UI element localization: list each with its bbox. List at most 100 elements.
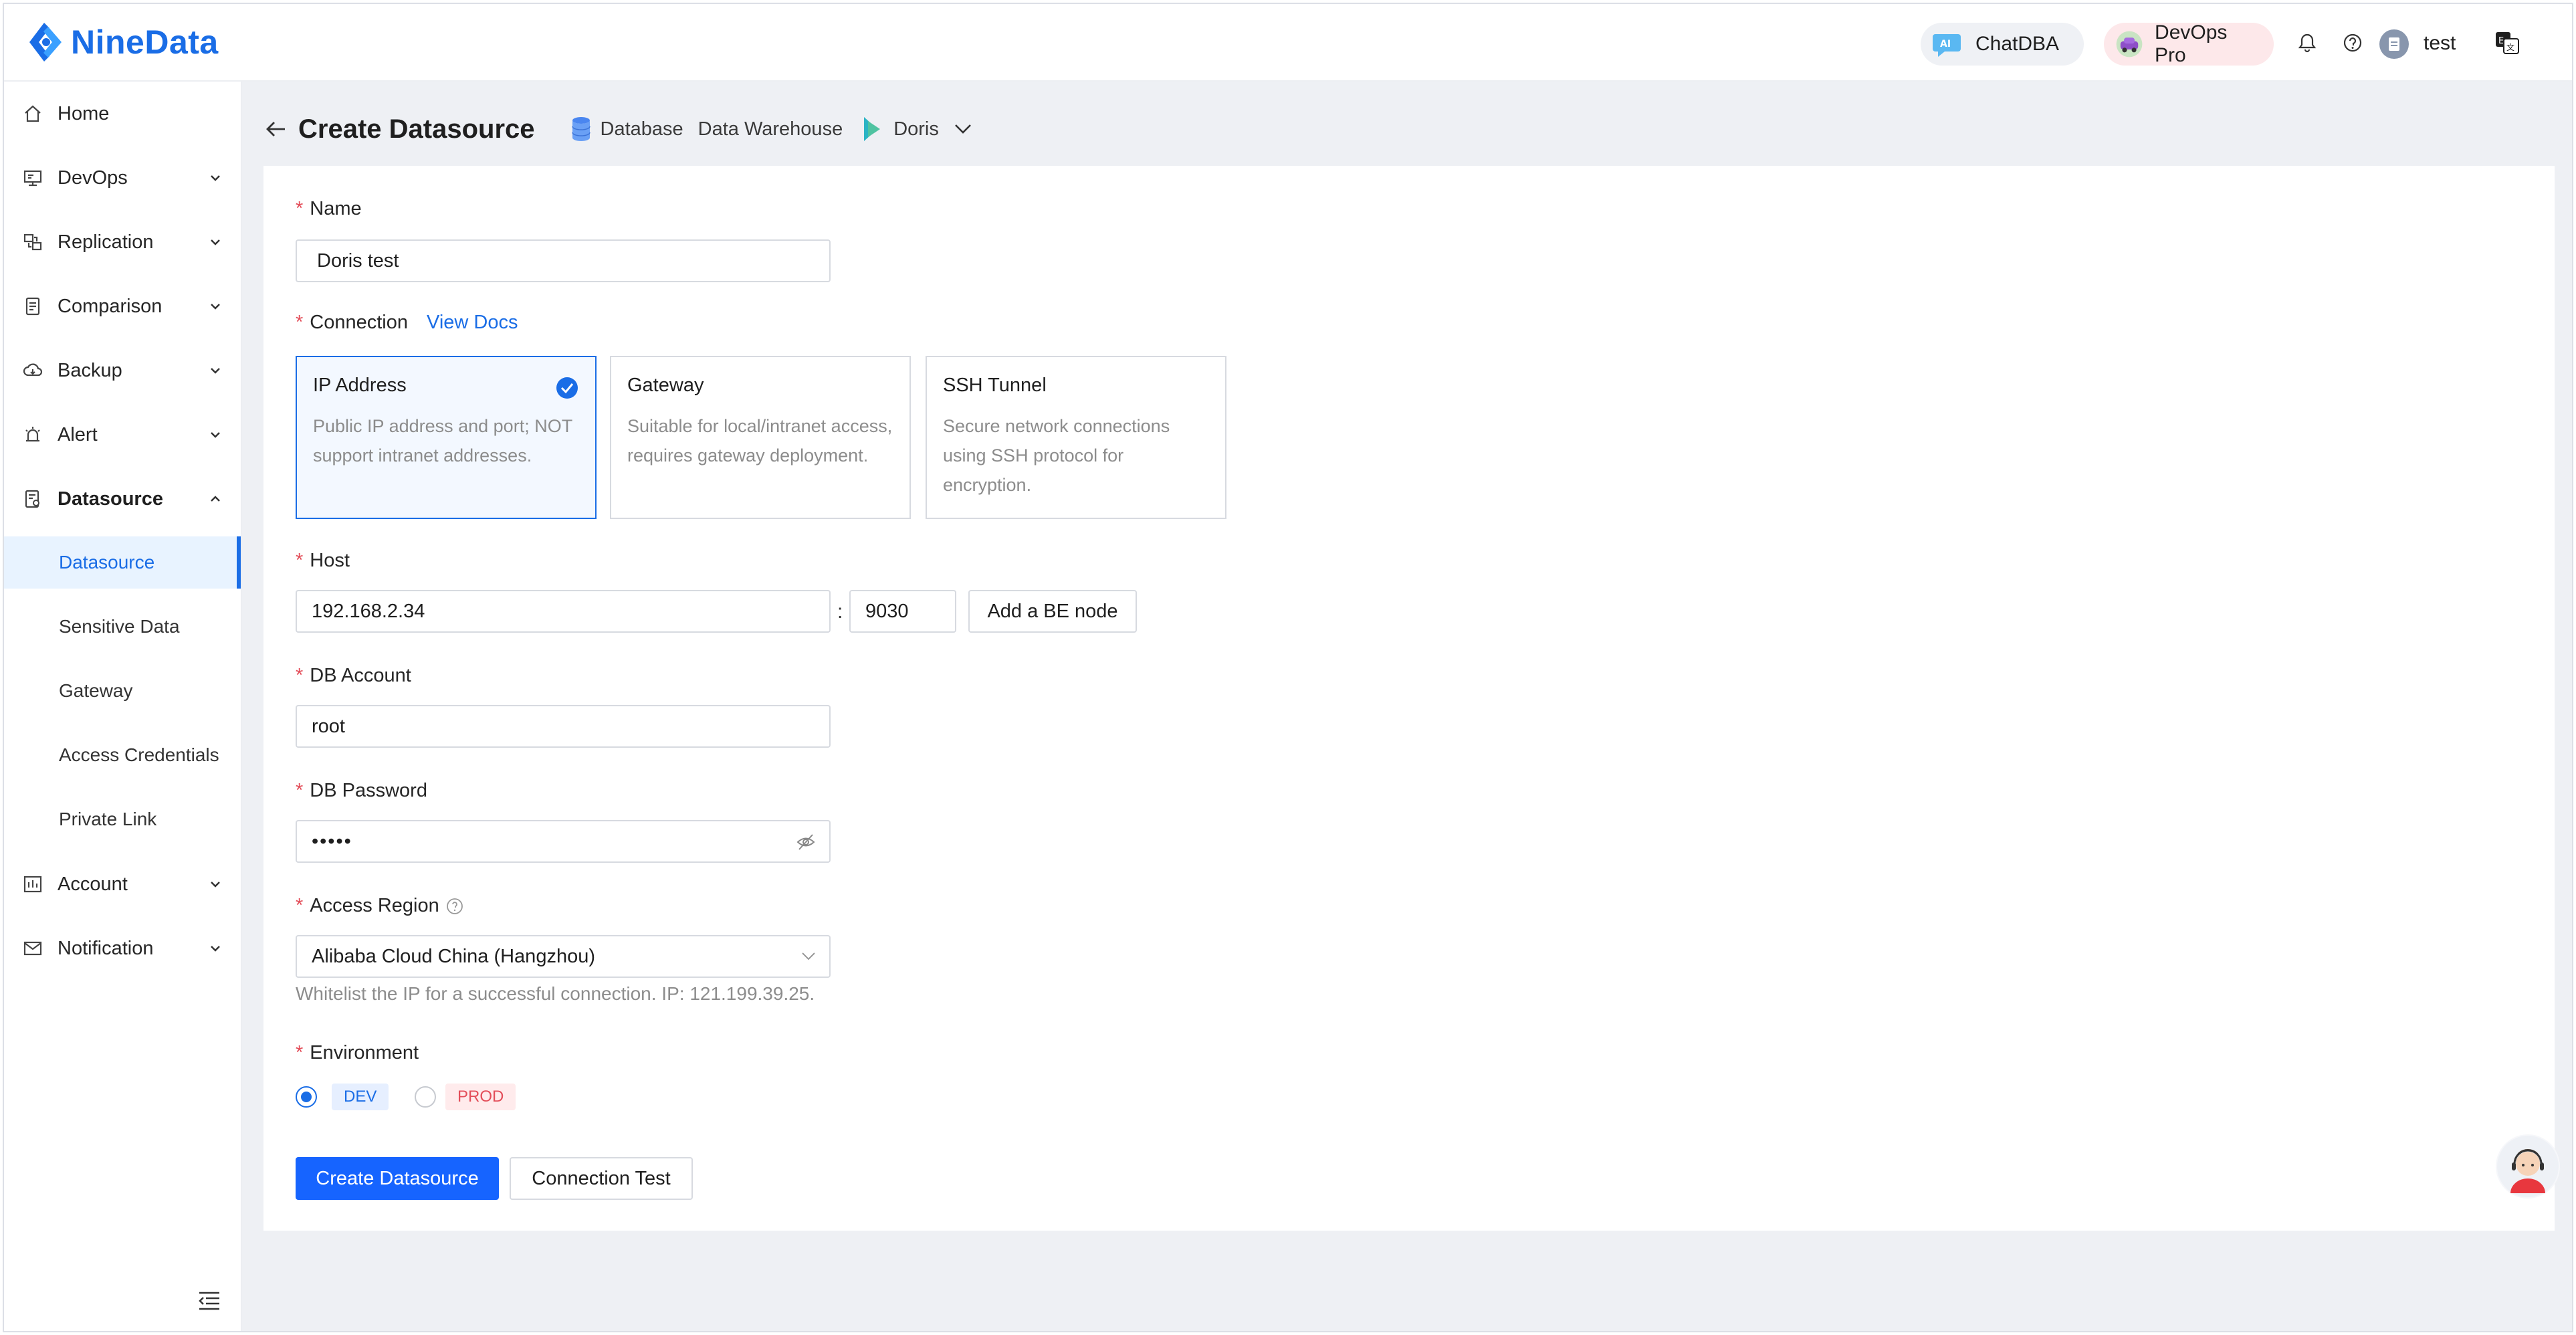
eye-off-icon[interactable]: [796, 832, 816, 852]
devops-pro-button[interactable]: DevOps Pro: [2104, 21, 2274, 66]
required-mark: *: [296, 895, 304, 916]
view-docs-link[interactable]: View Docs: [427, 312, 518, 334]
breadcrumb-doris[interactable]: Doris: [893, 118, 939, 140]
sidebar-item-notification[interactable]: Notification: [4, 918, 241, 979]
database-icon: [571, 117, 591, 141]
chevron-down-icon: [211, 175, 220, 181]
sidebar: Home DevOps Replication Comparison Backu…: [4, 82, 242, 1331]
help-icon[interactable]: [2342, 32, 2363, 54]
env-dev-tag[interactable]: DEV: [332, 1084, 389, 1110]
user-doc-icon: [2389, 37, 2399, 51]
svg-text:文: 文: [2506, 42, 2514, 52]
env-dev-radio[interactable]: [296, 1086, 317, 1108]
chevron-up-icon: [211, 496, 220, 502]
sidebar-item-comparison[interactable]: Comparison: [4, 276, 241, 337]
avatar[interactable]: [2379, 29, 2409, 59]
bell-icon[interactable]: [2296, 32, 2318, 54]
chevron-down-icon: [211, 368, 220, 374]
chatdba-label: ChatDBA: [1975, 33, 2060, 55]
sidebar-subitem-datasource[interactable]: Datasource: [4, 536, 241, 589]
sidebar-subitem-access-credentials[interactable]: Access Credentials: [4, 729, 241, 781]
app-window: NineData AI ChatDBA DevOps Pro test 文 Ho…: [3, 3, 2573, 1332]
required-mark: *: [296, 550, 304, 571]
access-region-label: * Access Region: [296, 895, 463, 917]
chatdba-button[interactable]: AI ChatDBA: [1921, 23, 2084, 66]
required-mark: *: [296, 1042, 304, 1063]
connection-option-gateway[interactable]: Gateway Suitable for local/intranet acce…: [610, 356, 911, 519]
required-mark: *: [296, 665, 304, 686]
add-be-node-button[interactable]: Add a BE node: [968, 590, 1137, 633]
logo-text: NineData: [71, 23, 219, 61]
chevron-down-icon: [802, 952, 815, 960]
db-password-label: * DB Password: [296, 780, 427, 801]
access-region-help: Whitelist the IP for a successful connec…: [296, 983, 815, 1004]
connection-option-ssh-tunnel[interactable]: SSH Tunnel Secure network connections us…: [926, 356, 1226, 519]
sidebar-item-backup[interactable]: Backup: [4, 340, 241, 401]
sidebar-item-home[interactable]: Home: [4, 83, 241, 144]
name-label: * Name: [296, 198, 362, 219]
sidebar-item-devops[interactable]: DevOps: [4, 147, 241, 209]
user-name[interactable]: test: [2424, 32, 2456, 55]
chevron-down-icon: [211, 304, 220, 310]
account-icon: [23, 876, 42, 893]
connection-test-button[interactable]: Connection Test: [510, 1157, 693, 1200]
page-header: Create Datasource Database Data Warehous…: [265, 108, 972, 150]
chevron-down-icon: [211, 432, 220, 438]
access-region-select[interactable]: Alibaba Cloud China (Hangzhou): [296, 935, 831, 978]
support-assistant-button[interactable]: [2496, 1134, 2560, 1199]
back-arrow-icon[interactable]: [265, 118, 288, 140]
logo[interactable]: NineData: [24, 20, 219, 64]
sidebar-item-alert[interactable]: Alert: [4, 404, 241, 466]
breadcrumb-database[interactable]: Database: [601, 118, 683, 140]
sidebar-subitem-private-link[interactable]: Private Link: [4, 793, 241, 845]
monitor-icon: [23, 170, 42, 187]
check-circle-icon: [556, 377, 578, 399]
required-mark: *: [296, 198, 304, 219]
svg-text:AI: AI: [1940, 39, 1951, 49]
port-input[interactable]: 9030: [849, 590, 956, 633]
question-circle-icon[interactable]: [446, 898, 463, 915]
alarm-icon: [25, 427, 40, 442]
host-label: * Host: [296, 550, 350, 571]
ai-chat-icon: AI: [1933, 34, 1961, 57]
env-prod-tag[interactable]: PROD: [445, 1084, 516, 1110]
db-account-input[interactable]: root: [296, 705, 831, 748]
connection-label: * Connection View Docs: [296, 312, 518, 334]
support-agent-icon: [2497, 1136, 2559, 1197]
chevron-down-icon: [211, 882, 220, 888]
required-mark: *: [296, 780, 304, 801]
cloud-backup-icon: [23, 363, 43, 377]
environment-label: * Environment: [296, 1042, 419, 1063]
connection-option-ip-address[interactable]: IP Address Public IP address and port; N…: [296, 356, 597, 519]
top-header: NineData AI ChatDBA DevOps Pro test 文: [4, 4, 2572, 82]
doris-logo-icon: [864, 117, 881, 141]
db-account-label: * DB Account: [296, 665, 411, 686]
replication-icon: [23, 233, 42, 251]
db-password-input[interactable]: •••••: [296, 820, 831, 863]
ninedata-logo-icon: [29, 23, 62, 62]
sidebar-item-replication[interactable]: Replication: [4, 211, 241, 273]
devops-car-icon: [2116, 31, 2143, 58]
language-switch-icon[interactable]: En 文: [2494, 31, 2520, 55]
datasource-icon: [25, 490, 39, 508]
chevron-down-icon[interactable]: [954, 122, 972, 136]
chevron-down-icon: [211, 946, 220, 952]
devops-pro-label: DevOps Pro: [2155, 21, 2228, 66]
sidebar-item-account[interactable]: Account: [4, 853, 241, 915]
home-icon: [25, 105, 41, 122]
comparison-icon: [25, 297, 40, 316]
sidebar-item-datasource[interactable]: Datasource: [4, 468, 241, 530]
required-mark: *: [296, 312, 304, 333]
sidebar-subitem-gateway[interactable]: Gateway: [4, 665, 241, 717]
env-prod-radio[interactable]: [415, 1086, 436, 1108]
name-input[interactable]: Doris test: [296, 239, 831, 282]
chevron-down-icon: [211, 239, 220, 245]
breadcrumb-data-warehouse[interactable]: Data Warehouse: [698, 118, 843, 140]
host-input[interactable]: 192.168.2.34: [296, 590, 831, 633]
collapse-sidebar-icon[interactable]: [198, 1291, 221, 1311]
main-content: Create Datasource Database Data Warehous…: [242, 82, 2572, 1331]
host-port-separator: :: [837, 601, 843, 623]
sidebar-subitem-sensitive-data[interactable]: Sensitive Data: [4, 601, 241, 653]
create-datasource-button[interactable]: Create Datasource: [296, 1157, 499, 1200]
mail-icon: [23, 941, 42, 956]
